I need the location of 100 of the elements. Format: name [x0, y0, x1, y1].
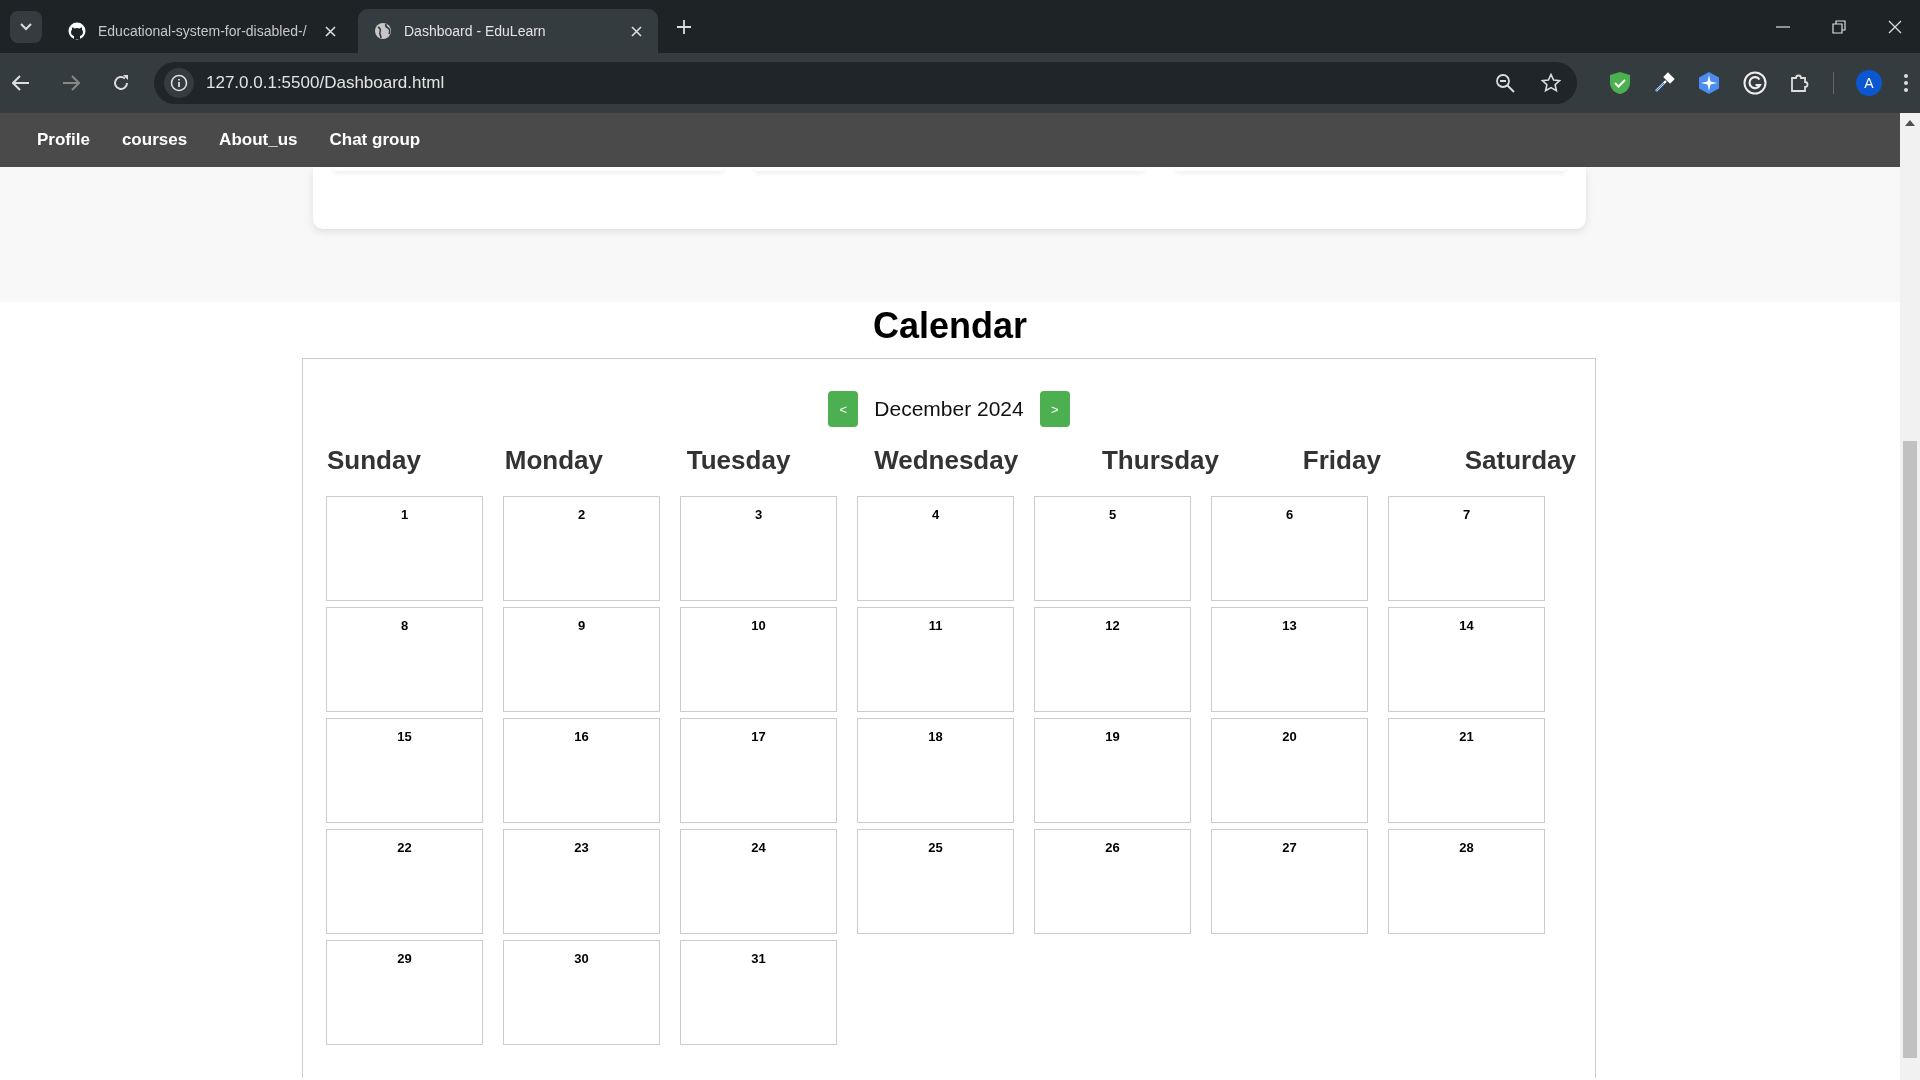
day-cell[interactable]: 20 [1211, 718, 1368, 823]
day-number: 15 [397, 729, 412, 744]
restore-icon [1832, 19, 1846, 34]
day-number: 7 [1462, 507, 1471, 522]
tab-search-button[interactable] [10, 10, 42, 43]
weekday-label: Friday [1302, 445, 1381, 476]
profile-avatar[interactable]: A [1856, 70, 1882, 96]
day-number: 28 [1459, 840, 1474, 855]
day-number: 2 [577, 507, 586, 522]
day-cell[interactable]: 21 [1388, 718, 1545, 823]
close-icon [325, 25, 336, 37]
globe-icon [374, 22, 392, 40]
day-number: 10 [751, 618, 766, 633]
browser-tab[interactable]: Educational-system-for-disabled-/ [52, 9, 352, 53]
day-number: 9 [577, 618, 586, 633]
day-number: 18 [928, 729, 943, 744]
close-tab-button[interactable] [325, 25, 336, 37]
day-number: 5 [1108, 507, 1117, 522]
day-number: 13 [1282, 618, 1297, 633]
tab-title: Educational-system-for-disabled-/ [98, 23, 308, 39]
reload-icon [112, 74, 130, 92]
day-number: 4 [931, 507, 940, 522]
scrollbar-thumb[interactable] [1903, 441, 1917, 1058]
day-number: 14 [1459, 618, 1474, 633]
day-number: 12 [1105, 618, 1120, 633]
zoom-out-icon[interactable] [1495, 73, 1515, 93]
restore-button[interactable] [1832, 19, 1846, 34]
day-number: 26 [1105, 840, 1120, 855]
cat-logo-icon [68, 22, 86, 40]
month-label: December 2024 [874, 397, 1024, 421]
day-number: 19 [1105, 729, 1120, 744]
day-cell[interactable]: 27 [1211, 829, 1368, 934]
nav-link[interactable]: Chat group [329, 130, 421, 150]
day-cell[interactable]: 2 [503, 496, 660, 601]
day-number: 21 [1459, 729, 1474, 744]
scroll-up-icon[interactable] [1905, 120, 1915, 126]
day-cell[interactable]: 12 [1034, 607, 1191, 712]
nav-link[interactable]: courses [121, 130, 188, 150]
day-cell[interactable]: 25 [857, 829, 1014, 934]
weekday-label: Monday [504, 445, 603, 476]
day-cell[interactable]: 24 [680, 829, 837, 934]
star-icon[interactable] [1541, 73, 1561, 93]
back-arrow-icon [12, 75, 30, 91]
back-button[interactable] [12, 75, 30, 91]
nav-link[interactable]: About_us [219, 130, 298, 150]
browser-tab[interactable]: Dashboard - EduLearn [358, 9, 658, 53]
day-number: 11 [928, 618, 943, 633]
day-cell[interactable]: 9 [503, 607, 660, 712]
close-icon [1888, 19, 1902, 34]
chevron-down-icon [20, 22, 32, 31]
close-icon [631, 25, 642, 37]
day-cell[interactable]: 13 [1211, 607, 1368, 712]
day-cell[interactable]: 26 [1034, 829, 1191, 934]
day-number: 1 [400, 507, 409, 522]
reload-button[interactable] [112, 74, 130, 92]
weekday-label: Wednesday [874, 445, 1019, 476]
day-number: 6 [1285, 507, 1294, 522]
forward-button[interactable] [62, 75, 80, 91]
day-cell[interactable]: 11 [857, 607, 1014, 712]
day-cell[interactable]: 14 [1388, 607, 1545, 712]
day-number: 24 [751, 840, 766, 855]
day-cell[interactable]: 28 [1388, 829, 1545, 934]
day-number: 31 [751, 951, 766, 966]
day-number: 17 [751, 729, 766, 744]
day-cell[interactable]: 7 [1388, 496, 1545, 601]
weekday-label: Tuesday [686, 445, 791, 476]
day-number: 29 [397, 951, 412, 966]
info-icon[interactable] [170, 74, 188, 92]
nav-link[interactable]: Profile [37, 130, 90, 150]
day-cell[interactable]: 3 [680, 496, 837, 601]
day-number: 20 [1282, 729, 1297, 744]
day-cell[interactable]: 6 [1211, 496, 1368, 601]
close-window-button[interactable] [1888, 19, 1902, 34]
day-cell[interactable]: 31 [680, 940, 837, 1045]
day-number: 27 [1282, 840, 1297, 855]
day-cell[interactable]: 18 [857, 718, 1014, 823]
day-cell[interactable]: 10 [680, 607, 837, 712]
weekday-label: Saturday [1464, 445, 1576, 476]
day-cell[interactable]: 30 [503, 940, 660, 1045]
more-menu-icon[interactable] [1904, 74, 1908, 92]
day-number: 8 [400, 618, 409, 633]
day-cell[interactable]: 15 [326, 718, 483, 823]
day-number: 23 [574, 840, 589, 855]
day-cell[interactable]: 4 [857, 496, 1014, 601]
minimize-icon [1776, 25, 1790, 28]
day-cell[interactable]: 29 [326, 940, 483, 1045]
day-cell[interactable]: 22 [326, 829, 483, 934]
day-cell[interactable]: 23 [503, 829, 660, 934]
shield-check-icon[interactable] [1609, 71, 1631, 95]
weekday-label: Sunday [327, 445, 421, 476]
weekday-label: Thursday [1102, 445, 1219, 476]
day-cell[interactable]: 17 [680, 718, 837, 823]
puzzle-icon[interactable] [1789, 72, 1811, 94]
day-cell[interactable]: 19 [1034, 718, 1191, 823]
day-cell[interactable]: 8 [326, 607, 483, 712]
day-number: 25 [928, 840, 943, 855]
day-cell[interactable]: 5 [1034, 496, 1191, 601]
day-cell[interactable]: 16 [503, 718, 660, 823]
day-cell[interactable]: 1 [326, 496, 483, 601]
close-tab-button[interactable] [631, 25, 642, 37]
